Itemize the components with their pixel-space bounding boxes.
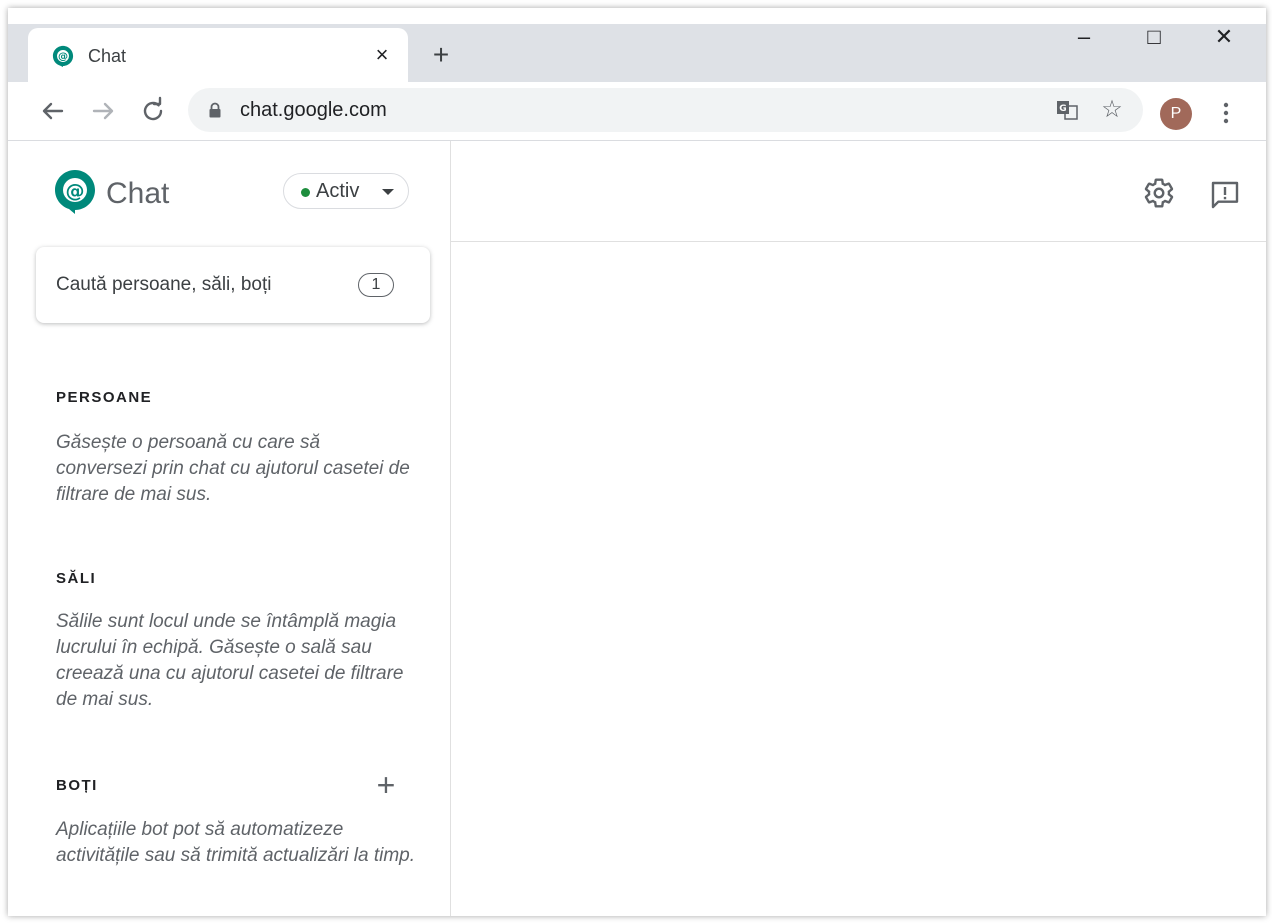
browser-toolbar: chat.google.com G ☆ P <box>8 82 1266 141</box>
section-title-rooms: SĂLI <box>56 570 97 587</box>
svg-text:@: @ <box>66 180 85 202</box>
window-close-button[interactable]: ✕ <box>1204 22 1244 52</box>
profile-avatar[interactable]: P <box>1160 98 1192 130</box>
chat-sidebar: @ Chat Activ Caută persoane, săli, boți … <box>8 141 451 916</box>
url-text: chat.google.com <box>240 99 387 121</box>
window-maximize-button[interactable]: □ <box>1134 22 1174 52</box>
caret-down-icon <box>382 189 394 195</box>
section-description-people: Găsește o persoană cu care să conversezi… <box>56 432 410 505</box>
shortcut-badge: 1 <box>358 273 394 297</box>
window-minimize-button[interactable]: – <box>1064 22 1104 52</box>
back-arrow-icon[interactable] <box>36 94 70 128</box>
chat-logo-icon: @ <box>55 170 95 214</box>
more-vert-icon[interactable] <box>1214 96 1238 130</box>
chat-favicon-icon: @ <box>52 45 74 67</box>
forward-arrow-icon[interactable] <box>86 94 120 128</box>
section-description-rooms: Sălile sunt locul unde se întâmplă magia… <box>56 611 404 710</box>
tab-chat[interactable]: @ Chat × <box>28 28 408 82</box>
status-dropdown[interactable]: Activ <box>283 173 409 209</box>
section-description-bots: Aplicațiile bot pot să automatizeze acti… <box>56 819 416 866</box>
tab-strip: @ Chat × + – □ ✕ <box>8 8 1266 82</box>
address-bar[interactable]: chat.google.com G ☆ <box>188 88 1143 132</box>
status-label: Activ <box>316 180 360 202</box>
section-title-people: PERSOANE <box>56 389 153 406</box>
svg-text:@: @ <box>58 52 68 63</box>
search-input[interactable]: Caută persoane, săli, boți 1 <box>36 247 430 323</box>
browser-window: @ Chat × + – □ ✕ chat.google.com G ☆ P @… <box>8 8 1266 916</box>
main-header <box>451 141 1266 242</box>
settings-icon[interactable] <box>1143 177 1175 209</box>
app-name: Chat <box>106 177 170 210</box>
new-tab-button[interactable]: + <box>426 40 456 70</box>
reload-icon[interactable] <box>136 94 170 128</box>
add-bot-button[interactable]: + <box>370 769 402 801</box>
status-indicator <box>301 188 310 197</box>
tab-title: Chat <box>88 46 127 66</box>
feedback-icon[interactable] <box>1209 179 1241 211</box>
search-placeholder: Caută persoane, săli, boți <box>56 274 272 295</box>
lock-icon <box>209 102 221 118</box>
translate-icon[interactable]: G <box>1056 100 1078 120</box>
section-title-bots: BOȚI <box>56 777 98 794</box>
bookmark-star-icon[interactable]: ☆ <box>1098 96 1126 124</box>
svg-text:G: G <box>1059 104 1066 114</box>
tab-close-icon[interactable]: × <box>368 41 396 69</box>
